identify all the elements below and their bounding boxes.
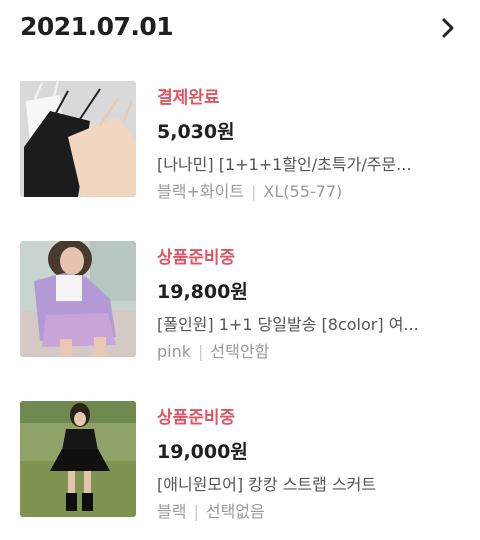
order-status: 결제완료 xyxy=(157,88,220,108)
order-status: 상품준비중 xyxy=(157,248,236,268)
product-thumbnail[interactable] xyxy=(20,401,136,517)
product-thumbnail[interactable] xyxy=(20,241,136,357)
product-name[interactable]: [폴인원] 1+1 당일발송 [8color] 여... xyxy=(157,311,457,335)
option-divider: | xyxy=(251,182,257,201)
order-price: 19,000원 xyxy=(157,441,248,463)
product-options: 블랙 | 선택없음 xyxy=(157,498,265,522)
option-size: 선택안함 xyxy=(210,342,270,361)
chevron-right-icon[interactable] xyxy=(436,16,460,40)
order-price: 19,800원 xyxy=(157,281,248,303)
order-status: 상품준비중 xyxy=(157,408,236,428)
order-date-header[interactable]: 2021.07.01 xyxy=(0,0,480,62)
order-date: 2021.07.01 xyxy=(20,12,174,41)
option-divider: | xyxy=(198,342,204,361)
option-size: XL(55-77) xyxy=(263,182,343,201)
product-options: 블랙+화이트 | XL(55-77) xyxy=(157,178,342,202)
product-thumbnail[interactable] xyxy=(20,81,136,197)
product-options: pink | 선택안함 xyxy=(157,338,269,362)
order-item[interactable]: 상품준비중 19,000원 [애니원모어] 캉캉 스트랩 스커트 블랙 | 선택없음 xyxy=(0,401,480,521)
order-price: 5,030원 xyxy=(157,121,235,143)
option-color: 블랙 xyxy=(157,502,187,521)
option-size: 선택없음 xyxy=(205,502,265,521)
product-name[interactable]: [애니원모어] 캉캉 스트랩 스커트 xyxy=(157,471,457,495)
option-color: 블랙+화이트 xyxy=(157,182,245,201)
order-item[interactable]: 결제완료 5,030원 [나나민] [1+1+1할인/초특가/주문... 블랙+… xyxy=(0,81,480,201)
order-item[interactable]: 상품준비중 19,800원 [폴인원] 1+1 당일발송 [8color] 여.… xyxy=(0,241,480,361)
option-color: pink xyxy=(157,342,192,361)
product-name[interactable]: [나나민] [1+1+1할인/초특가/주문... xyxy=(157,151,457,175)
option-divider: | xyxy=(193,502,199,521)
